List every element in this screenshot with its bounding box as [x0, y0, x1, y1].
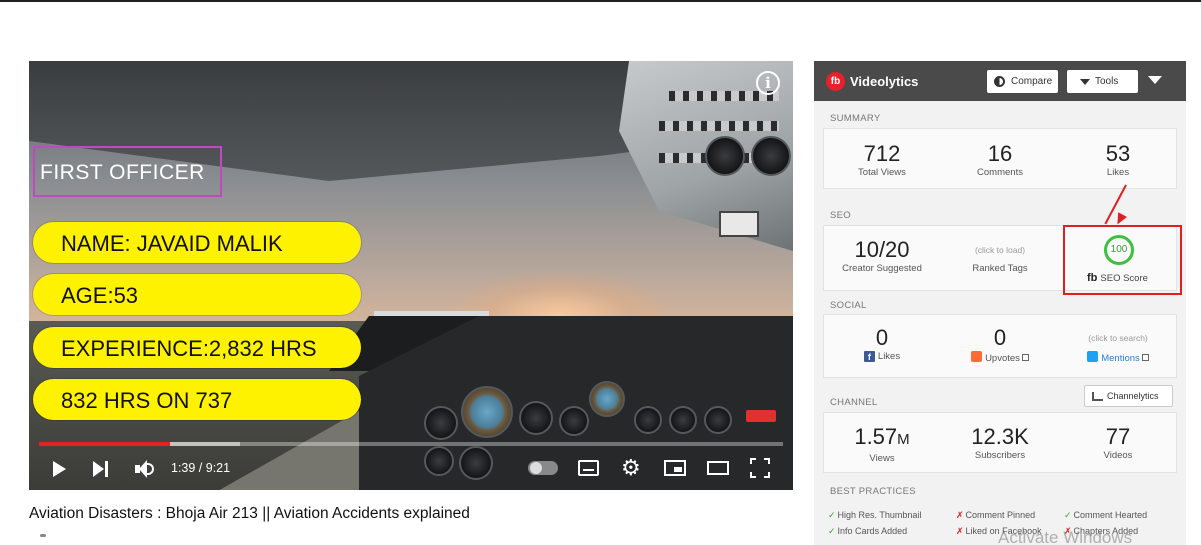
fb-mark-icon: fb: [1087, 272, 1098, 284]
first-officer-text: FIRST OFFICER: [40, 161, 205, 184]
progress-bar[interactable]: [39, 442, 783, 446]
bp-item: ✓ Comment Hearted: [1064, 510, 1148, 520]
reddit-icon: [971, 351, 983, 362]
channel-label: CHANNEL: [830, 397, 878, 408]
facebook-icon: f: [863, 351, 875, 362]
info-pill-experience: EXPERIENCE:2,832 HRS: [33, 327, 361, 368]
tools-button[interactable]: Tools: [1067, 70, 1138, 93]
top-divider: [0, 0, 1201, 2]
bp-item: ✓ Info Cards Added: [828, 526, 908, 536]
channel-card: 1.57M Views 12.3K Subscribers 77 Videos: [823, 412, 1177, 473]
info-pill-737-hours: 832 HRS ON 737: [33, 379, 361, 420]
autoplay-toggle-icon[interactable]: [528, 461, 558, 475]
social-card: 0 f Likes 0 Upvotes (click to search) Men…: [823, 314, 1177, 378]
video-title[interactable]: Aviation Disasters : Bhoja Air 213 || Av…: [29, 505, 470, 523]
info-pill-name: NAME: JAVAID MALIK: [33, 222, 361, 263]
bp-item: ✓ High Res. Thumbnail: [828, 510, 922, 520]
seo-score-highlight[interactable]: 100 fb SEO Score: [1063, 225, 1182, 295]
player-controls: 1:39 / 9:21 ⚙: [29, 451, 793, 490]
videolytics-logo-icon: fb: [826, 72, 845, 91]
activate-windows-watermark: Activate Windows: [998, 528, 1133, 545]
stat-creator-suggested[interactable]: 10/20 Creator Suggested: [832, 238, 932, 275]
progress-played: [39, 442, 170, 446]
page: i FIRST OFFICER NAME: JAVAID MALIK AGE:5…: [0, 0, 1201, 545]
stat-total-views: 712 Total Views: [858, 141, 906, 179]
stat-channel-views: 1.57M Views: [854, 424, 910, 465]
miniplayer-icon[interactable]: [664, 460, 686, 476]
social-label: SOCIAL: [830, 300, 867, 311]
summary-label: SUMMARY: [830, 113, 881, 124]
seo-score-ring: 100: [1104, 235, 1134, 265]
panel-header: fb Videolytics Compare Tools: [814, 61, 1186, 101]
volume-icon[interactable]: [135, 459, 155, 479]
brand-name: Videolytics: [850, 74, 919, 89]
channelytics-button[interactable]: Channelytics: [1084, 385, 1173, 407]
compare-icon: [994, 76, 1005, 87]
subtitles-icon[interactable]: [578, 460, 599, 476]
seo-score-label: fb SEO Score: [1087, 272, 1148, 284]
external-link-icon: [1021, 354, 1029, 361]
seo-label: SEO: [830, 210, 851, 221]
external-link-icon: [1141, 354, 1149, 361]
first-officer-caption: FIRST OFFICER: [33, 146, 222, 197]
info-icon[interactable]: i: [756, 71, 780, 95]
best-practices-label: BEST PRACTICES: [830, 486, 916, 497]
play-icon[interactable]: [53, 461, 66, 477]
stat-comments: 16 Comments: [977, 141, 1023, 179]
theater-mode-icon[interactable]: [707, 461, 729, 475]
next-icon[interactable]: [93, 461, 109, 477]
stat-ranked-tags[interactable]: (click to load) Ranked Tags: [950, 238, 1050, 274]
title-underline-mark: [40, 534, 46, 537]
stat-likes: 53 Likes: [1105, 141, 1131, 179]
time-display: 1:39 / 9:21: [171, 461, 231, 475]
bar-chart-icon: [1092, 392, 1103, 401]
menu-caret-icon[interactable]: [1148, 76, 1162, 84]
stat-facebook-likes: 0 f Likes: [832, 326, 932, 362]
stat-mentions[interactable]: (click to search) Mentions: [1068, 326, 1168, 364]
twitter-icon: [1087, 351, 1099, 362]
tools-caret-icon: [1080, 79, 1090, 85]
stat-videos: 77 Videos: [1103, 424, 1133, 462]
settings-gear-icon[interactable]: ⚙: [621, 457, 641, 479]
fullscreen-icon[interactable]: [750, 458, 770, 478]
bp-item: ✗ Comment Pinned: [956, 510, 1036, 520]
compare-button[interactable]: Compare: [987, 70, 1058, 93]
video-player[interactable]: i FIRST OFFICER NAME: JAVAID MALIK AGE:5…: [29, 61, 793, 490]
stat-subscribers: 12.3K Subscribers: [971, 424, 1029, 462]
info-pill-age: AGE:53: [33, 274, 361, 315]
summary-card: 712 Total Views 16 Comments 53 Likes: [823, 128, 1177, 189]
videolytics-panel: fb Videolytics Compare Tools SUMMARY 712…: [814, 61, 1186, 545]
stat-upvotes[interactable]: 0 Upvotes: [950, 326, 1050, 364]
